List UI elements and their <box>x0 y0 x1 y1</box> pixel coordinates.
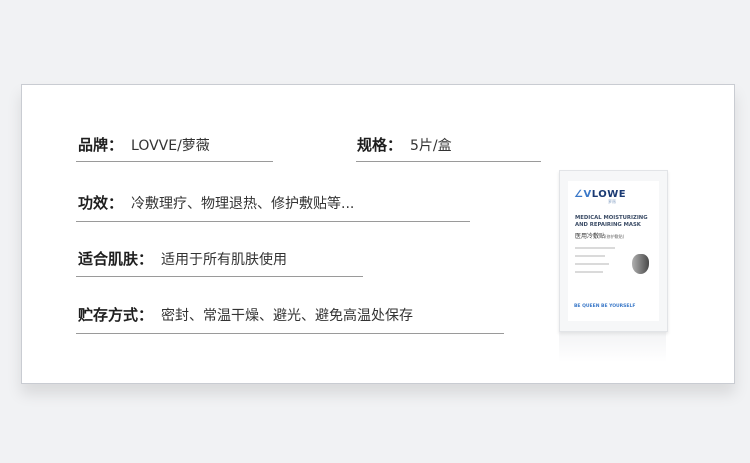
spec-underline <box>356 161 541 162</box>
spec-value: 5片/盒 <box>410 138 452 154</box>
skin-row: 适合肌肤： 适用于所有肌肤使用 <box>78 248 287 269</box>
spec-label: 规格： <box>357 136 403 154</box>
storage-underline <box>76 333 504 334</box>
brand-value: LOVVE/萝薇 <box>131 138 210 154</box>
brand-label: 品牌： <box>78 136 124 154</box>
package-slogan: BE QUEEN BE YOURSELF <box>574 304 636 309</box>
package-title: MEDICAL MOISTURIZING AND REPAIRING MASK <box>575 215 648 228</box>
package-cn-name: 医用冷敷贴(修护敷贴) <box>575 233 625 240</box>
package-front: ∠VLOWE 萝薇 MEDICAL MOISTURIZING AND REPAI… <box>568 181 659 321</box>
effect-row: 功效： 冷敷理疗、物理退热、修护敷贴等... <box>78 192 354 213</box>
package-logo: ∠VLOWE <box>574 189 627 200</box>
storage-value: 密封、常温干燥、避光、避免高温处保存 <box>161 308 414 324</box>
effect-label: 功效： <box>78 194 124 212</box>
storage-label: 贮存方式： <box>78 306 154 324</box>
package-fineprint-line <box>575 255 605 257</box>
skin-underline <box>76 276 363 277</box>
brand-underline <box>76 161 273 162</box>
package-reflection <box>559 332 666 362</box>
skin-value: 适用于所有肌肤使用 <box>161 252 288 268</box>
spec-row: 规格： 5片/盒 <box>357 134 452 155</box>
face-mask-icon <box>632 254 649 274</box>
package-fineprint-line <box>575 263 609 265</box>
package-fineprint-line <box>575 271 603 273</box>
brand-row: 品牌： LOVVE/萝薇 <box>78 134 210 155</box>
product-package-image: ∠VLOWE 萝薇 MEDICAL MOISTURIZING AND REPAI… <box>559 170 668 332</box>
package-fineprint-line <box>575 247 615 249</box>
storage-row: 贮存方式： 密封、常温干燥、避光、避免高温处保存 <box>78 304 413 325</box>
effect-value: 冷敷理疗、物理退热、修护敷贴等... <box>131 196 355 212</box>
skin-label: 适合肌肤： <box>78 250 154 268</box>
package-logo-sub: 萝薇 <box>608 199 616 204</box>
effect-underline <box>76 221 470 222</box>
